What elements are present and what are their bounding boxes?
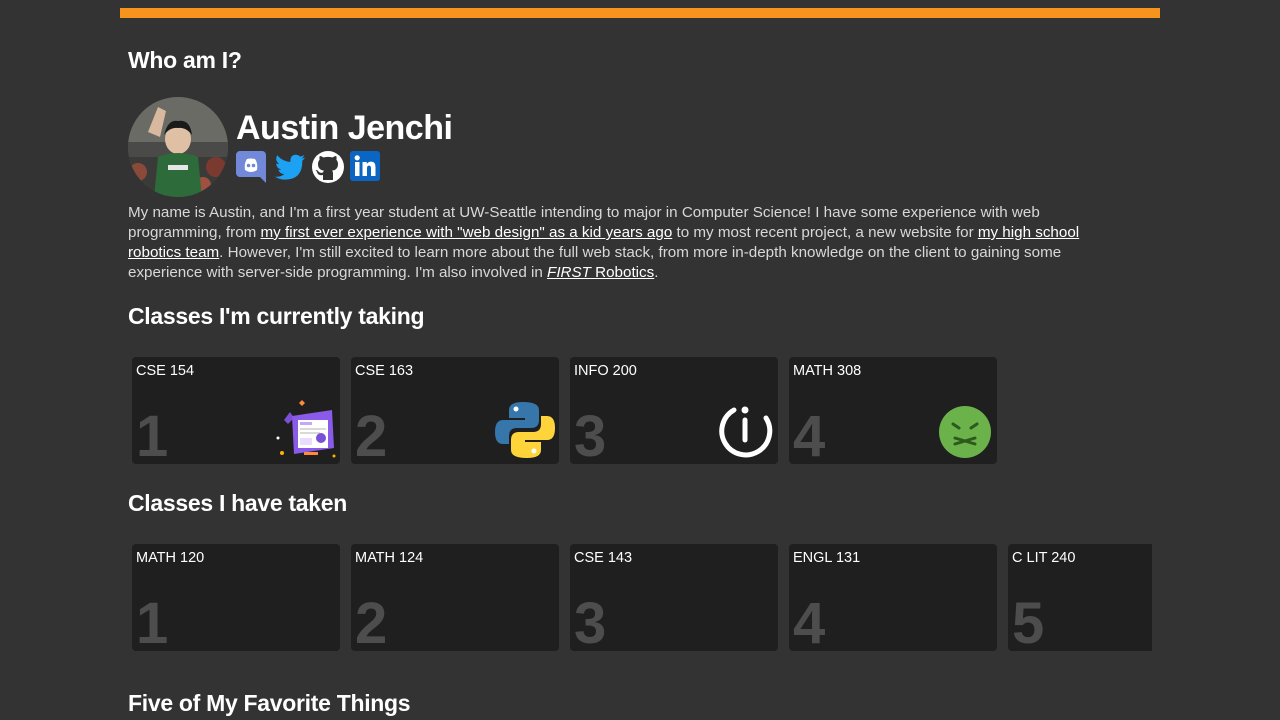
class-code: ENGL 131 bbox=[793, 550, 861, 566]
class-number: 2 bbox=[355, 404, 388, 464]
accent-bar bbox=[120, 8, 1160, 18]
class-card[interactable]: INFO 200 3 bbox=[570, 357, 778, 464]
bio-text: to my most recent project, a new website… bbox=[672, 224, 978, 241]
class-code: CSE 163 bbox=[355, 363, 414, 379]
robotics-label: Robotics bbox=[590, 264, 655, 281]
first-robotics-link[interactable]: FIRST Robotics bbox=[547, 264, 654, 281]
twitter-icon[interactable] bbox=[274, 151, 306, 183]
class-code: INFO 200 bbox=[574, 363, 637, 379]
class-code: CSE 143 bbox=[574, 550, 633, 566]
class-code: C LIT 240 bbox=[1012, 550, 1076, 566]
class-card[interactable]: MATH 308 4 bbox=[789, 357, 997, 464]
current-classes-list: CSE 154 1 CSE 163 2 INFO 200 3 MATH 308 … bbox=[128, 357, 1152, 464]
class-card[interactable]: MATH 120 1 bbox=[132, 544, 340, 651]
name-block: Austin Jenchi bbox=[236, 97, 453, 183]
class-number: 5 bbox=[1012, 591, 1045, 651]
profile-name: Austin Jenchi bbox=[236, 109, 453, 147]
class-card[interactable]: CSE 163 2 bbox=[351, 357, 559, 464]
class-code: MATH 120 bbox=[136, 550, 205, 566]
favorite-things-heading: Five of My Favorite Things bbox=[128, 690, 411, 716]
class-number: 2 bbox=[355, 591, 388, 651]
first-web-design-link[interactable]: my first ever experience with "web desig… bbox=[261, 224, 673, 241]
who-am-i-heading: Who am I? bbox=[128, 47, 242, 73]
first-emphasis: FIRST bbox=[547, 264, 591, 281]
python-logo-icon bbox=[493, 398, 557, 462]
class-number: 3 bbox=[574, 404, 607, 464]
current-classes-heading: Classes I'm currently taking bbox=[128, 303, 425, 329]
class-code: CSE 154 bbox=[136, 363, 195, 379]
class-card[interactable]: CSE 154 1 bbox=[132, 357, 340, 464]
power-i-logo-icon bbox=[712, 398, 776, 462]
class-number: 1 bbox=[136, 404, 169, 464]
class-number: 4 bbox=[793, 591, 826, 651]
class-code: MATH 124 bbox=[355, 550, 424, 566]
social-links bbox=[236, 151, 452, 183]
bio-text: . bbox=[654, 264, 659, 281]
avatar bbox=[128, 97, 228, 197]
class-number: 3 bbox=[574, 591, 607, 651]
bio-paragraph: My name is Austin, and I'm a first year … bbox=[128, 203, 1128, 283]
taken-classes-heading: Classes I have taken bbox=[128, 490, 348, 516]
class-card[interactable]: C LIT 240 5 bbox=[1008, 544, 1152, 651]
profile: Austin Jenchi bbox=[128, 97, 453, 197]
class-code: MATH 308 bbox=[793, 363, 862, 379]
class-number: 1 bbox=[136, 591, 169, 651]
nauseated-face-icon bbox=[931, 398, 995, 462]
class-number: 4 bbox=[793, 404, 826, 464]
class-card[interactable]: ENGL 131 4 bbox=[789, 544, 997, 651]
class-card[interactable]: CSE 143 3 bbox=[570, 544, 778, 651]
class-card[interactable]: MATH 124 2 bbox=[351, 544, 559, 651]
web-design-illustration-icon bbox=[274, 398, 338, 462]
linkedin-icon[interactable] bbox=[350, 151, 382, 183]
github-icon[interactable] bbox=[312, 151, 344, 183]
discord-icon[interactable] bbox=[236, 151, 268, 183]
taken-classes-list: MATH 120 1 MATH 124 2 CSE 143 3 ENGL 131… bbox=[128, 544, 1152, 651]
